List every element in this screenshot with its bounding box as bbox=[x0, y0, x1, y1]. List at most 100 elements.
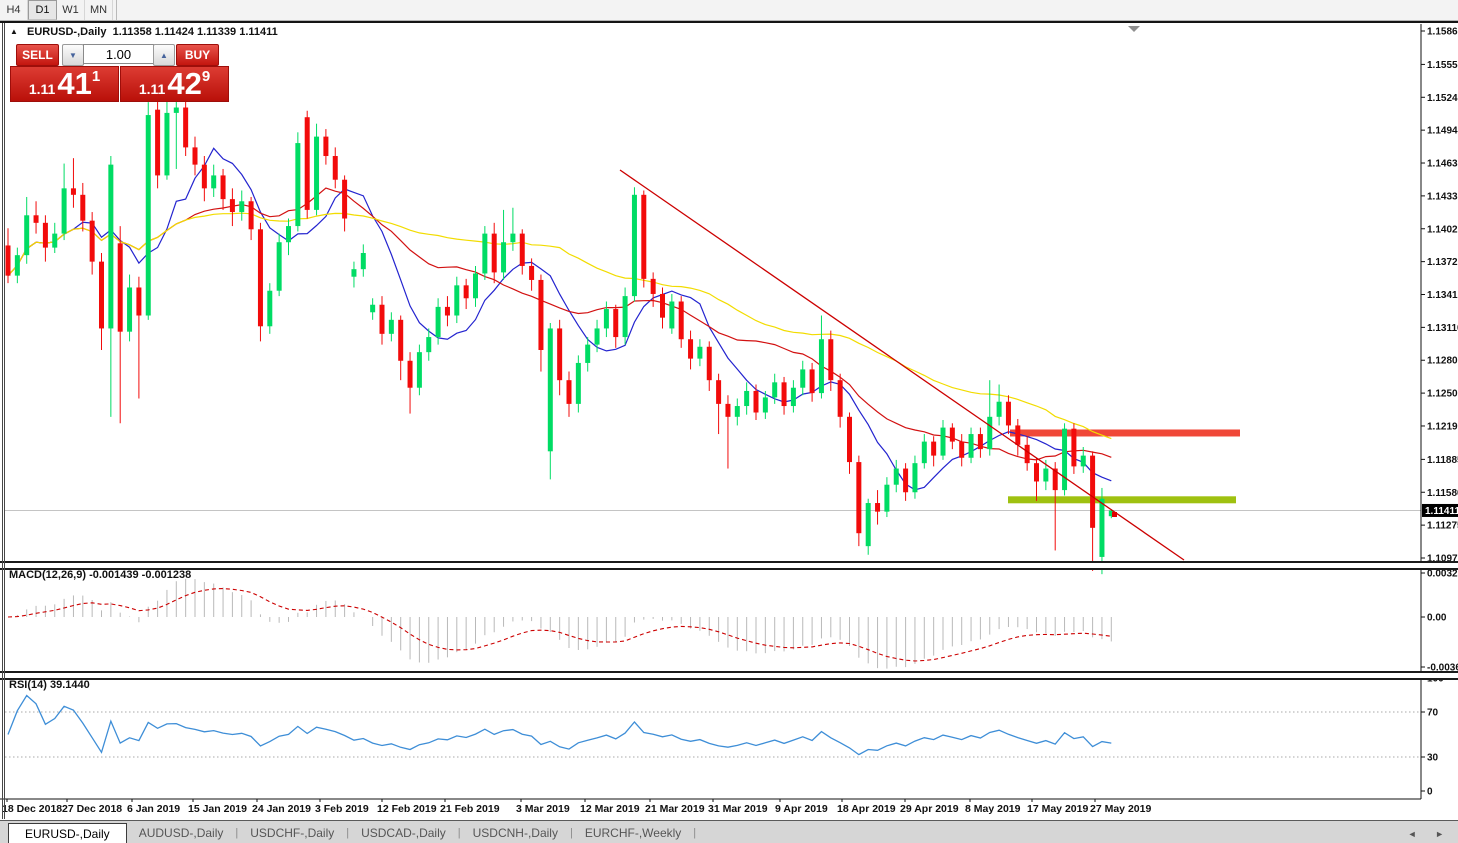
candle-body bbox=[772, 382, 777, 397]
date-axis-label: 21 Mar 2019 bbox=[645, 803, 705, 815]
price-axis-label: 1.12805 bbox=[1427, 356, 1458, 367]
candle-body bbox=[987, 417, 992, 449]
chart-tab-usdchf-daily[interactable]: USDCHF-,Daily bbox=[238, 823, 346, 843]
chart-tab-audusd-daily[interactable]: AUDUSD-,Daily bbox=[127, 823, 236, 843]
collapse-panel-icon[interactable]: ▲ bbox=[10, 27, 18, 36]
candle-body bbox=[24, 215, 29, 255]
downtrend-line[interactable] bbox=[620, 170, 1184, 560]
candle-body bbox=[295, 143, 300, 226]
candle-body bbox=[193, 147, 198, 164]
candle-body bbox=[286, 226, 291, 242]
candle-body bbox=[305, 117, 310, 210]
candle-body bbox=[754, 391, 759, 413]
candle-body bbox=[34, 215, 39, 223]
toolbar-divider bbox=[113, 0, 117, 20]
candle-body bbox=[118, 243, 123, 331]
volume-increment-button[interactable]: ▲ bbox=[153, 44, 175, 66]
candle-body bbox=[249, 201, 254, 229]
sell-price-big: 41 bbox=[57, 69, 91, 99]
chart-shift-marker-icon[interactable] bbox=[1128, 26, 1140, 32]
price-axis-label: 1.11885 bbox=[1427, 455, 1458, 466]
candle-body bbox=[183, 108, 188, 148]
sell-button[interactable]: SELL bbox=[16, 44, 59, 66]
chart-tab-eurchf-weekly[interactable]: EURCHF-,Weekly bbox=[573, 823, 693, 843]
volume-decrement-button[interactable]: ▼ bbox=[62, 44, 84, 66]
timeframe-button-h4[interactable]: H4 bbox=[0, 0, 28, 20]
volume-input[interactable] bbox=[83, 44, 154, 64]
chart-canvas[interactable]: 1.158601.155501.152451.149401.146351.143… bbox=[0, 0, 1458, 842]
price-axis-label: 1.14635 bbox=[1427, 159, 1458, 170]
candle-body bbox=[1043, 469, 1048, 482]
candle-body bbox=[398, 320, 403, 361]
candlestick-layer bbox=[6, 85, 1114, 574]
candle-body bbox=[15, 255, 20, 275]
candle-body bbox=[370, 305, 375, 313]
candle-body bbox=[426, 337, 431, 352]
candle-body bbox=[99, 262, 104, 329]
candle-body bbox=[735, 406, 740, 417]
candle-body bbox=[501, 242, 506, 272]
candle-body bbox=[520, 234, 525, 266]
buy-button[interactable]: BUY bbox=[176, 44, 219, 66]
candle-body bbox=[931, 442, 936, 456]
timeframe-button-d1[interactable]: D1 bbox=[28, 0, 57, 20]
candle-body bbox=[239, 201, 244, 212]
candle-body bbox=[71, 188, 76, 194]
candle-body bbox=[903, 469, 908, 493]
candle-body bbox=[660, 294, 665, 318]
timeframe-button-mn[interactable]: MN bbox=[85, 0, 113, 20]
support-level-bar[interactable] bbox=[1008, 496, 1236, 503]
candle-body bbox=[697, 347, 702, 359]
date-axis[interactable]: 18 Dec 201827 Dec 20186 Jan 201915 Jan 2… bbox=[0, 799, 1421, 815]
candle-body bbox=[632, 195, 637, 296]
candle-body bbox=[1099, 499, 1104, 557]
ohlc-values: 1.11358 1.11424 1.11339 1.11411 bbox=[113, 26, 278, 38]
candle-body bbox=[595, 328, 600, 344]
candle-body bbox=[959, 442, 964, 458]
rsi-pane-separator[interactable] bbox=[0, 671, 1458, 680]
resistance-level-bar[interactable] bbox=[1010, 429, 1240, 436]
candle-body bbox=[529, 266, 534, 280]
candle-body bbox=[856, 462, 861, 533]
candle-body bbox=[230, 199, 235, 212]
candle-body bbox=[6, 245, 11, 275]
buy-price-big: 42 bbox=[167, 69, 201, 99]
candle-body bbox=[1015, 425, 1020, 444]
candle-body bbox=[978, 434, 983, 449]
candle-body bbox=[557, 328, 562, 380]
chart-window-left-border bbox=[2, 23, 3, 819]
candle-body bbox=[389, 320, 394, 334]
candle-body bbox=[80, 195, 85, 221]
price-axis-label: 1.14025 bbox=[1427, 224, 1458, 235]
macd-pane-separator[interactable] bbox=[0, 561, 1458, 570]
candle-body bbox=[828, 339, 833, 380]
rsi-pane: 10070300 bbox=[5, 674, 1444, 798]
chart-tab-usdcnh-daily[interactable]: USDCNH-,Daily bbox=[461, 823, 570, 843]
chart-tab-eurusd-daily[interactable]: EURUSD-,Daily bbox=[8, 823, 127, 843]
date-axis-label: 27 May 2019 bbox=[1090, 803, 1151, 815]
date-axis-label: 24 Jan 2019 bbox=[252, 803, 311, 815]
candle-body bbox=[492, 234, 497, 273]
candle-body bbox=[1090, 456, 1095, 528]
buy-price-box[interactable]: 1.11 42 9 bbox=[120, 66, 229, 102]
price-axis-label: 1.11580 bbox=[1427, 488, 1458, 499]
candle-body bbox=[725, 404, 730, 417]
candle-body bbox=[1025, 445, 1030, 463]
candle-body bbox=[174, 108, 179, 113]
price-axis-label: 1.13415 bbox=[1427, 290, 1458, 301]
tab-scroll-arrows[interactable]: ◄ ► bbox=[1408, 829, 1452, 839]
candle-body bbox=[688, 339, 693, 358]
macd-axis-label: 0.00 bbox=[1427, 613, 1447, 624]
chart-tab-usdcad-daily[interactable]: USDCAD-,Daily bbox=[349, 823, 458, 843]
candle-body bbox=[52, 234, 57, 248]
candle-body bbox=[679, 302, 684, 340]
price-axis-label: 1.15245 bbox=[1427, 93, 1458, 104]
sell-price-box[interactable]: 1.11 41 1 bbox=[10, 66, 119, 102]
timeframe-button-w1[interactable]: W1 bbox=[57, 0, 85, 20]
rsi-axis-label: 70 bbox=[1427, 708, 1439, 719]
price-axis-label: 1.13110 bbox=[1427, 323, 1458, 334]
chart-tab-bar: EURUSD-,DailyAUDUSD-,Daily|USDCHF-,Daily… bbox=[0, 820, 1458, 843]
candle-body bbox=[866, 503, 871, 546]
candle-body bbox=[969, 434, 974, 458]
price-axis-label: 1.14940 bbox=[1427, 126, 1458, 137]
